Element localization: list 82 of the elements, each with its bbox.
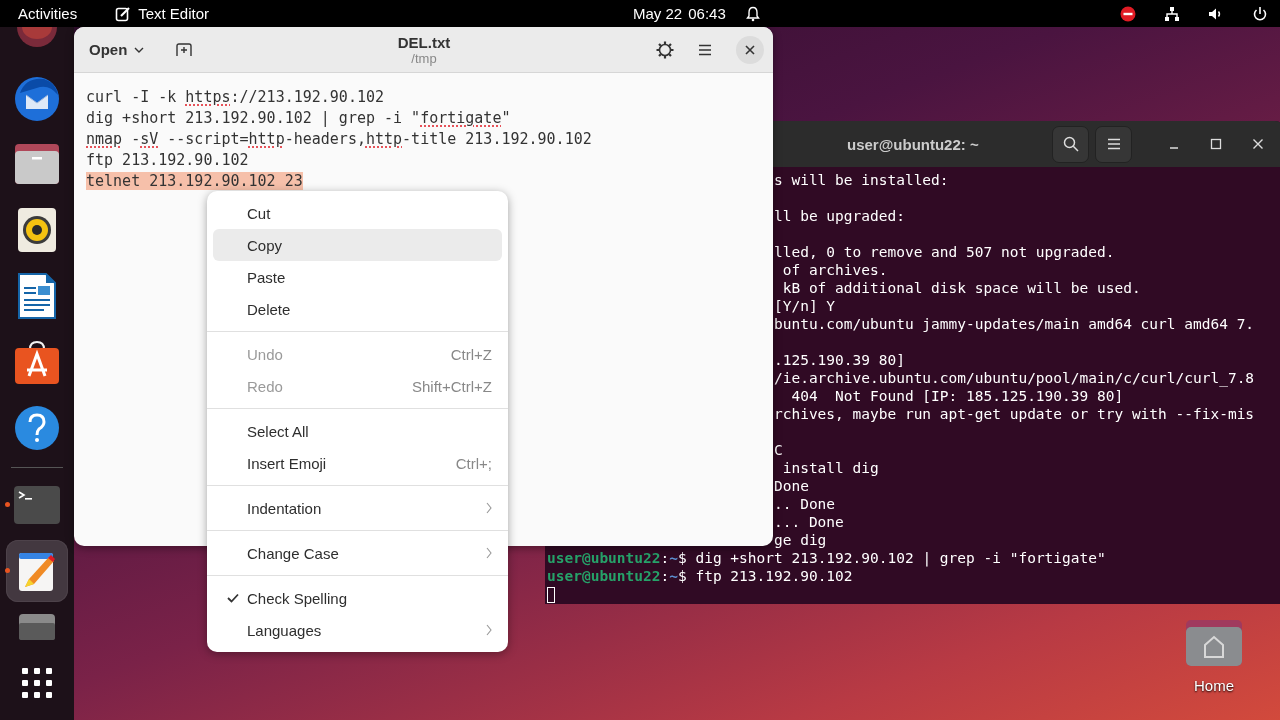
bell-icon[interactable]: [745, 5, 760, 22]
code-line: curl -I -k https://213.192.90.102: [86, 88, 385, 106]
terminal-output-line: [Y/n] Y: [773, 298, 836, 314]
file-path: /tmp: [411, 50, 437, 66]
terminal-output-line: of archives.: [781, 262, 888, 278]
chevron-icon: [486, 502, 492, 514]
terminal-output-line: ll be upgraded:: [773, 208, 905, 224]
dock-item[interactable]: [6, 540, 68, 602]
terminal-output-line: ge dig: [773, 532, 827, 548]
menu-item[interactable]: Delete: [213, 293, 502, 325]
folder-icon: [14, 143, 60, 185]
terminal-output-line: 404 Not Found [IP: 185.125.190.39 80]: [790, 388, 1124, 404]
speaker-icon: [18, 208, 56, 252]
shortcut-text: Shift+Ctrl+Z: [411, 377, 492, 395]
prompt-user: user@ubuntu22: [547, 550, 661, 566]
terminal-output-line: /ie.archive.ubuntu.com/ubuntu/pool/main/c/curl/curl_7.8: [773, 370, 1255, 386]
document-icon: [18, 273, 56, 319]
menu-item[interactable]: Indentation: [213, 492, 502, 524]
terminal-output-line: .. Done: [773, 496, 836, 512]
code-line: nmap -sV --script=http-headers,http-title 213.192.90.102: [86, 130, 592, 148]
window-title: DEL.txt: [397, 33, 451, 51]
text-cursor: [547, 587, 555, 603]
terminal-output-line: install dig: [781, 460, 879, 476]
app-grid-icon: [21, 667, 53, 699]
terminal-output-line: buntu.com/ubuntu jammy-updates/main amd64 curl amd64 7.: [773, 316, 1255, 332]
terminal-output-line: lled, 0 to remove and 507 not upgraded.: [773, 244, 1115, 260]
close-icon[interactable]: [1252, 138, 1264, 150]
menu-icon[interactable]: [698, 43, 712, 56]
drive-icon: [19, 614, 55, 640]
close-button[interactable]: [736, 35, 764, 64]
chevron-icon: [486, 624, 492, 636]
menu-item[interactable]: Insert Emoji Ctrl+;: [213, 447, 502, 479]
terminal-command: $ dig +short 213.192.90.102 | grep -i "fortigate": [677, 550, 1106, 566]
desktop-icon-label[interactable]: Home: [1194, 677, 1234, 694]
menu-item[interactable]: Copy: [213, 229, 502, 261]
pencil-note-icon: [115, 5, 132, 22]
menu-item[interactable]: Languages: [213, 614, 502, 646]
terminal-output-line: Done: [773, 478, 809, 494]
power-icon[interactable]: [1252, 5, 1268, 22]
shortcut-text: Ctrl+Z: [450, 345, 492, 363]
time-text[interactable]: 06:43: [688, 5, 726, 22]
prompt-path: ~: [669, 550, 678, 566]
terminal-output-line: C: [773, 442, 783, 458]
prompt-separator: :: [660, 550, 670, 566]
prompt-separator: :: [660, 568, 670, 584]
open-button[interactable]: Open: [81, 35, 153, 64]
help-icon: [14, 405, 60, 451]
prompt-path: ~: [669, 568, 678, 584]
menu-button[interactable]: [1095, 125, 1132, 163]
shortcut-text: Ctrl+;: [455, 454, 492, 472]
window-title: user@ubuntu22: ~: [847, 135, 979, 153]
code-line: ftp 213.192.90.102: [86, 151, 249, 169]
terminal-output-line: kB of additional disk space will be used.: [781, 280, 1141, 296]
menu-item[interactable]: Cut: [213, 197, 502, 229]
gear-icon[interactable]: [656, 40, 674, 59]
maximize-icon[interactable]: [1210, 138, 1222, 150]
date-text[interactable]: May 22: [633, 5, 683, 22]
search-icon: [1062, 136, 1079, 152]
close-icon: [745, 44, 755, 55]
do-not-disturb-icon[interactable]: [1120, 5, 1136, 22]
home-folder-icon[interactable]: [1185, 619, 1243, 667]
caret-icon: [134, 46, 145, 53]
menu-item[interactable]: Check Spelling: [213, 582, 502, 614]
terminal-icon: [14, 486, 60, 524]
terminal-output-line: .125.190.39 80]: [773, 352, 905, 368]
menu-icon: [1106, 138, 1121, 150]
menu-item[interactable]: Paste: [213, 261, 502, 293]
terminal-command: $ ftp 213.192.90.102: [677, 568, 853, 584]
terminal-output-line: rchives, maybe run apt-get update or try with --fix-mis: [773, 406, 1255, 422]
menu-item[interactable]: Change Case: [213, 537, 502, 569]
app-menu-button[interactable]: Text Editor: [138, 5, 210, 22]
code-line: dig +short 213.192.90.102 | grep -i "fortigate": [86, 109, 511, 127]
network-icon[interactable]: [1164, 5, 1180, 22]
activities-button[interactable]: Activities: [18, 5, 78, 22]
menu-item[interactable]: Select All: [213, 415, 502, 447]
search-button[interactable]: [1052, 125, 1089, 163]
shopping-bag-icon: [14, 340, 60, 384]
terminal-output-line: s will be installed:: [773, 172, 949, 188]
prompt-user: user@ubuntu22: [547, 568, 661, 584]
chevron-icon: [486, 547, 492, 559]
new-tab-icon[interactable]: [176, 42, 193, 57]
terminal-output-line: ... Done: [773, 514, 844, 530]
